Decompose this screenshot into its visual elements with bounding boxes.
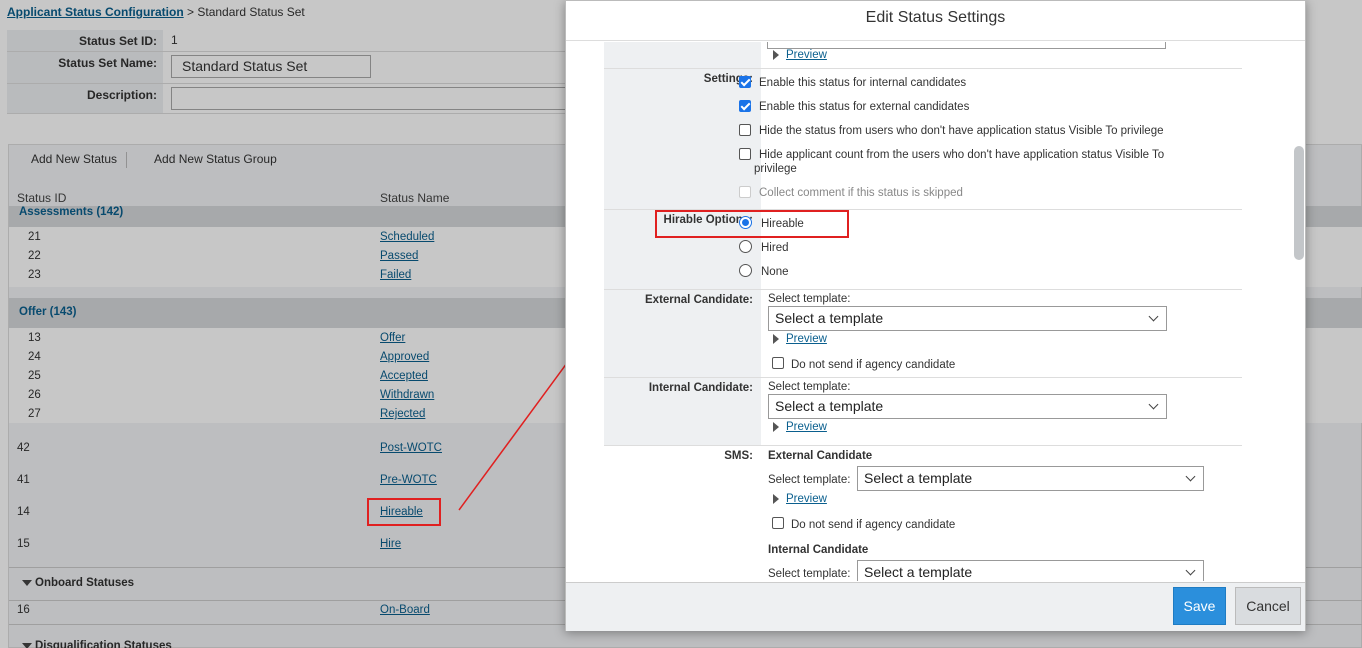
select-value: Select a template: [864, 564, 973, 580]
caret-right-icon: [773, 49, 779, 60]
option-label: Hide applicant count from the users who …: [759, 149, 1165, 161]
preview-link[interactable]: Preview: [786, 333, 827, 345]
sms-external-template-select[interactable]: Select a template: [857, 466, 1204, 491]
internal-template-select[interactable]: Select a template: [768, 394, 1167, 419]
checkbox-agency-external[interactable]: [772, 357, 784, 369]
radio-label: None: [761, 266, 789, 278]
scrollbar-track[interactable]: [1293, 42, 1305, 581]
dialog-footer: Save Cancel: [566, 582, 1305, 631]
scrollbar-thumb[interactable]: [1294, 146, 1304, 260]
caret-right-icon: [773, 421, 779, 432]
chevron-down-icon: [1148, 399, 1159, 410]
caret-right-icon: [773, 493, 779, 504]
radio-hired[interactable]: [739, 240, 752, 253]
sms-internal-title: Internal Candidate: [768, 544, 869, 556]
internal-candidate-label: Internal Candidate:: [604, 378, 761, 445]
option-label: Do not send if agency candidate: [791, 359, 956, 371]
option-label: Collect comment if this status is skippe…: [759, 187, 963, 199]
checkbox-collect-comment[interactable]: [739, 186, 751, 198]
sms-external-title: External Candidate: [768, 450, 873, 462]
cancel-button[interactable]: Cancel: [1235, 587, 1301, 625]
preview-link[interactable]: Preview: [786, 421, 827, 433]
checkbox-enable-external[interactable]: [739, 100, 751, 112]
preview-link[interactable]: Preview: [786, 493, 827, 505]
select-value: Select a template: [864, 470, 973, 486]
dialog-body: Preview Settings: Enable this status for…: [566, 42, 1305, 581]
checkbox-hide-status[interactable]: [739, 124, 751, 136]
preview-toggle[interactable]: Preview: [773, 493, 827, 505]
option-label-continued: privilege: [754, 163, 797, 175]
checkbox-hide-applicant-count[interactable]: [739, 148, 751, 160]
select-template-label: Select template:: [768, 381, 851, 393]
option-label: Enable this status for external candidat…: [759, 101, 970, 113]
caret-right-icon: [773, 333, 779, 344]
sms-internal-template-select[interactable]: Select a template: [857, 560, 1204, 581]
option-label: Hide the status from users who don't hav…: [759, 125, 1164, 137]
preview-toggle[interactable]: Preview: [773, 333, 827, 345]
option-label: Do not send if agency candidate: [791, 519, 956, 531]
select-value: Select a template: [775, 310, 884, 326]
settings-label: Settings:: [604, 69, 761, 209]
checkbox-agency-sms[interactable]: [772, 517, 784, 529]
preview-link[interactable]: Preview: [786, 49, 827, 61]
save-button[interactable]: Save: [1173, 587, 1226, 625]
preview-toggle[interactable]: Preview: [773, 49, 827, 61]
preview-toggle[interactable]: Preview: [773, 421, 827, 433]
external-candidate-label: External Candidate:: [604, 290, 761, 377]
select-template-label: Select template:: [768, 293, 851, 305]
template-select[interactable]: [767, 42, 1166, 49]
external-template-select[interactable]: Select a template: [768, 306, 1167, 331]
option-label: Enable this status for internal candidat…: [759, 77, 967, 89]
highlight-box-hirable-options: [655, 210, 849, 238]
section-label: [604, 42, 761, 68]
sms-label: SMS:: [604, 446, 761, 581]
select-template-label: Select template:: [768, 568, 851, 580]
edit-status-settings-dialog: Edit Status Settings Preview Settings: E…: [565, 0, 1306, 631]
dialog-title: Edit Status Settings: [566, 1, 1305, 41]
radio-label: Hired: [761, 242, 789, 254]
chevron-down-icon: [1185, 565, 1196, 576]
radio-none[interactable]: [739, 264, 752, 277]
select-template-label: Select template:: [768, 474, 851, 486]
chevron-down-icon: [1148, 311, 1159, 322]
chevron-down-icon: [1185, 471, 1196, 482]
select-value: Select a template: [775, 398, 884, 414]
checkbox-enable-internal[interactable]: [739, 76, 751, 88]
